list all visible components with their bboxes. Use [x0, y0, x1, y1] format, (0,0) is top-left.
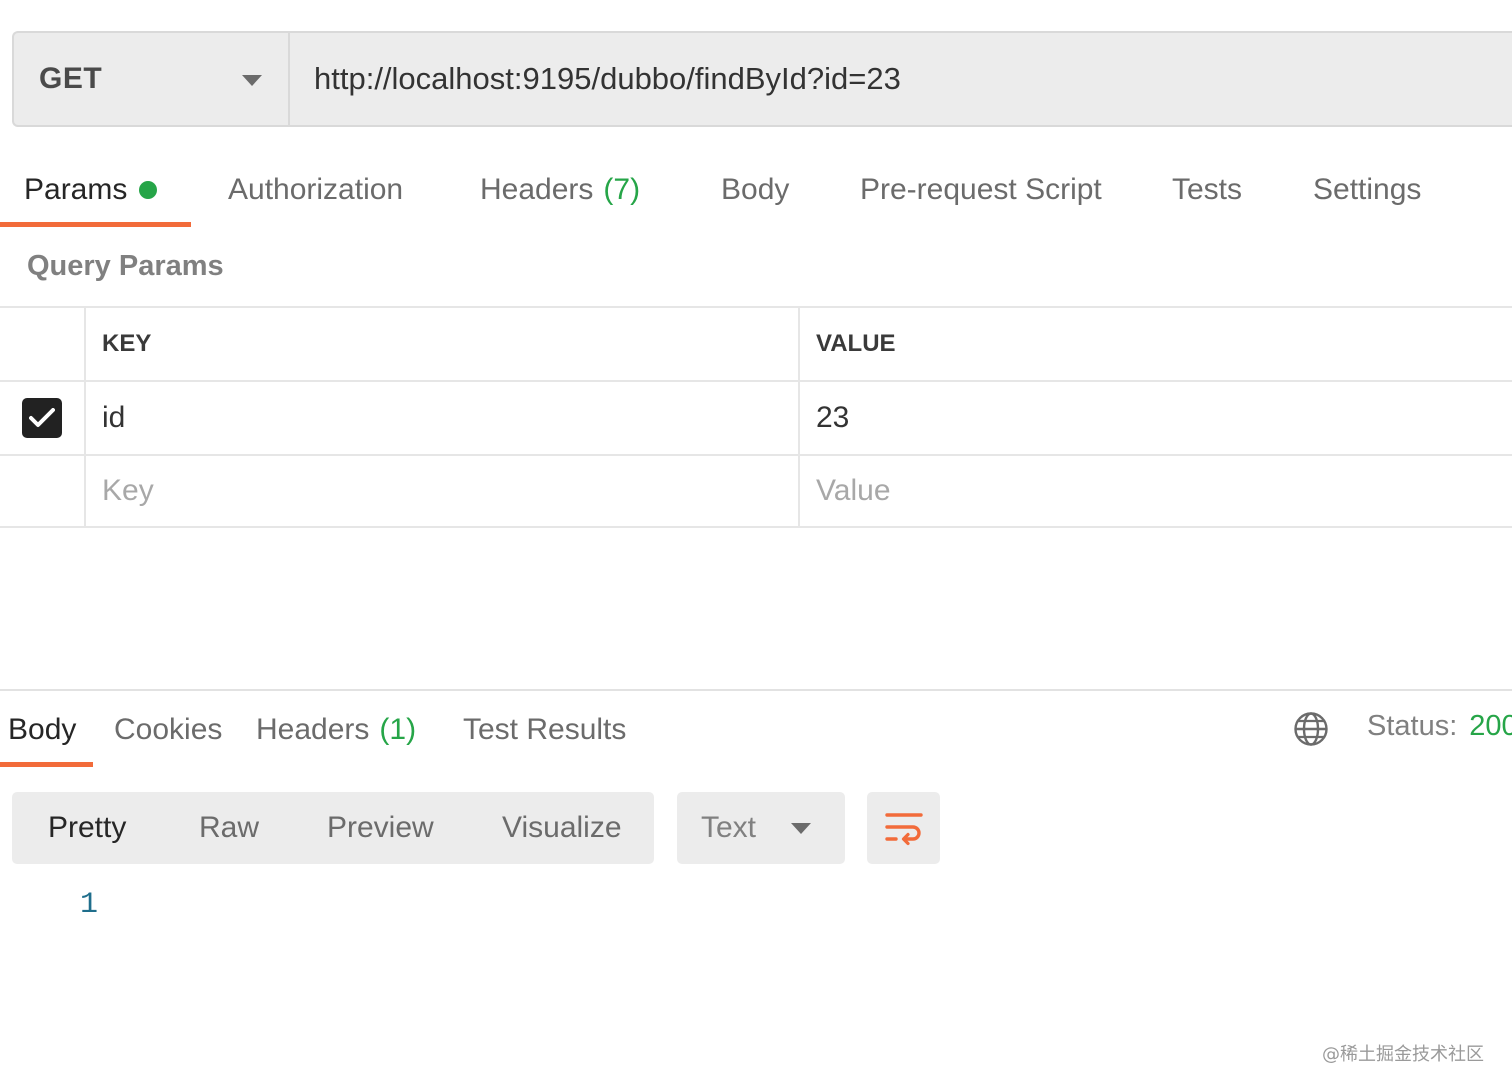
- watermark: @稀土掘金技术社区: [1322, 1044, 1484, 1065]
- tab-pre-request-script[interactable]: Pre-request Script: [860, 158, 1102, 222]
- body-view-group: Pretty Raw Preview Visualize: [12, 792, 654, 864]
- value-column-header: VALUE: [798, 308, 1512, 380]
- param-value: 23: [816, 401, 850, 434]
- column-header-label: VALUE: [816, 330, 896, 357]
- tab-label: Headers: [256, 713, 370, 746]
- tab-response-headers[interactable]: Headers (1): [256, 698, 416, 762]
- table-row: id 23: [0, 380, 1512, 454]
- view-label: Visualize: [502, 811, 622, 844]
- status-label: Status:: [1367, 710, 1458, 742]
- tab-label: Params: [24, 173, 128, 206]
- tab-label: Body: [721, 173, 790, 206]
- param-value-cell[interactable]: 23: [798, 382, 1512, 454]
- tab-label: Authorization: [228, 173, 404, 206]
- tab-tests[interactable]: Tests: [1172, 158, 1242, 222]
- value-placeholder: Value: [816, 474, 891, 507]
- view-label: Pretty: [48, 811, 127, 844]
- view-visualize-button[interactable]: Visualize: [502, 792, 622, 864]
- view-raw-button[interactable]: Raw: [199, 792, 259, 864]
- method-label: GET: [39, 62, 103, 95]
- format-select[interactable]: Text: [677, 792, 845, 864]
- globe-icon[interactable]: [1293, 711, 1329, 747]
- table-row-new: Key Value: [0, 454, 1512, 528]
- view-preview-button[interactable]: Preview: [327, 792, 434, 864]
- request-bar: GET http://localhost:9195/dubbo/findById…: [12, 31, 1512, 127]
- new-key-input[interactable]: Key: [84, 456, 798, 526]
- query-params-table: KEY VALUE id 23 Key Value: [0, 306, 1512, 528]
- tab-params[interactable]: Params: [24, 158, 158, 222]
- table-header-row: KEY VALUE: [0, 306, 1512, 380]
- wrap-lines-button[interactable]: [867, 792, 940, 864]
- key-column-header: KEY: [84, 308, 798, 380]
- params-active-dot: [139, 181, 158, 199]
- request-tabs: Params Authorization Headers (7) Body Pr…: [0, 158, 1512, 230]
- tab-label: Test Results: [463, 713, 627, 746]
- tab-label: Tests: [1172, 173, 1243, 206]
- active-tab-indicator: [0, 762, 93, 767]
- tab-label: Body: [8, 713, 77, 746]
- view-pretty-button[interactable]: Pretty: [48, 792, 126, 864]
- view-label: Raw: [199, 811, 260, 844]
- param-key-cell[interactable]: id: [84, 382, 798, 454]
- tab-label: Cookies: [114, 713, 223, 746]
- key-placeholder: Key: [102, 474, 154, 507]
- wrap-lines-icon: [884, 813, 923, 846]
- chevron-down-icon: [791, 823, 811, 834]
- response-tabs: Body Cookies Headers (1) Test Results: [0, 698, 1512, 768]
- tab-label: Settings: [1313, 173, 1422, 206]
- row-checkbox-cell: [0, 382, 84, 454]
- status-code[interactable]: 200: [1469, 710, 1512, 743]
- tab-count: (7): [603, 173, 641, 206]
- tab-label: Pre-request Script: [860, 173, 1102, 206]
- tab-headers[interactable]: Headers (7): [480, 158, 640, 222]
- new-value-input[interactable]: Value: [798, 456, 1512, 526]
- column-header-label: KEY: [102, 330, 152, 357]
- param-enabled-checkbox[interactable]: [22, 398, 62, 438]
- tab-settings[interactable]: Settings: [1313, 158, 1421, 222]
- format-selected: Text: [701, 811, 757, 844]
- checkbox-column-header: [0, 308, 84, 380]
- tab-cookies[interactable]: Cookies: [114, 698, 222, 762]
- active-tab-indicator: [0, 222, 191, 227]
- response-divider[interactable]: [0, 689, 1512, 691]
- param-key: id: [102, 401, 126, 434]
- chevron-down-icon: [242, 75, 262, 86]
- tab-authorization[interactable]: Authorization: [228, 158, 403, 222]
- row-checkbox-cell: [0, 456, 84, 526]
- view-label: Preview: [327, 811, 434, 844]
- method-select[interactable]: GET: [14, 33, 290, 125]
- response-status: Status: 200: [1367, 710, 1512, 743]
- tab-response-body[interactable]: Body: [8, 698, 76, 762]
- tab-body[interactable]: Body: [721, 158, 789, 222]
- query-params-title: Query Params: [27, 250, 224, 282]
- tab-test-results[interactable]: Test Results: [463, 698, 626, 762]
- url-input[interactable]: http://localhost:9195/dubbo/findById?id=…: [290, 33, 1512, 125]
- checkmark-icon: [29, 408, 55, 427]
- tab-label: Headers: [480, 173, 594, 206]
- code-line-number: 1: [80, 888, 99, 922]
- tab-count: (1): [379, 713, 417, 746]
